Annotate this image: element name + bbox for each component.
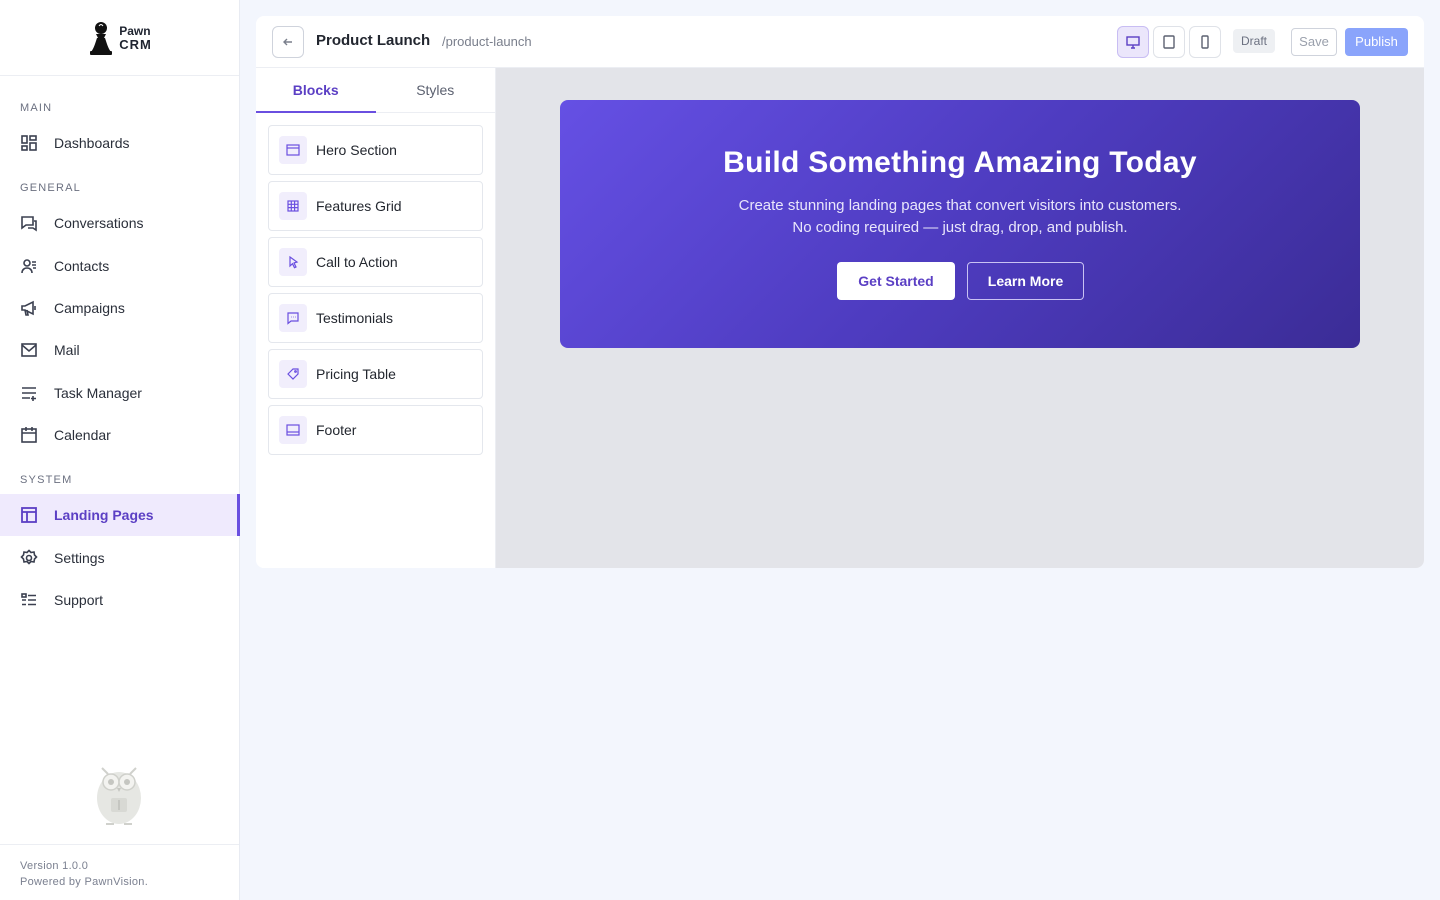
block-hero-section[interactable]: Hero Section — [268, 125, 483, 175]
hero-title: Build Something Amazing Today — [723, 146, 1197, 179]
mail-icon — [21, 343, 37, 357]
hero-subtitle: Create stunning landing pages that conve… — [560, 195, 1360, 239]
back-button[interactable] — [272, 26, 304, 58]
editor-toolbar: Product Launch /product-launch Draft Sav… — [256, 16, 1424, 68]
block-label: Features Grid — [316, 198, 402, 214]
section-label-general: GENERAL — [20, 182, 81, 194]
get-started-button[interactable]: Get Started — [837, 262, 955, 300]
sidebar-item-conversations[interactable]: Conversations — [0, 202, 240, 244]
sidebar-item-settings[interactable]: Settings — [0, 537, 240, 579]
section-label-main: MAIN — [20, 102, 53, 114]
sidebar: Pawn CRM MAIN Dashboards GENERAL Convers… — [0, 0, 240, 900]
sidebar-item-contacts[interactable]: Contacts — [0, 245, 240, 287]
mobile-icon — [1201, 35, 1209, 49]
contacts-icon — [21, 259, 36, 274]
block-label: Hero Section — [316, 142, 397, 158]
sidebar-item-dashboards[interactable]: Dashboards — [0, 122, 240, 164]
tab-styles[interactable]: Styles — [376, 68, 496, 112]
dashboard-icon — [21, 135, 37, 151]
brand-suffix: CRM — [119, 36, 152, 52]
sidebar-item-label: Conversations — [54, 215, 144, 231]
pointer-icon — [289, 255, 299, 269]
block-testimonials[interactable]: Testimonials — [268, 293, 483, 343]
status-badge: Draft — [1233, 29, 1276, 53]
block-pricing-table[interactable]: Pricing Table — [268, 349, 483, 399]
version-text: Version 1.0.0 — [20, 860, 89, 872]
megaphone-icon — [21, 300, 36, 316]
publish-button[interactable]: Publish — [1345, 28, 1408, 56]
sidebar-item-support[interactable]: Support — [0, 579, 240, 621]
arrow-left-icon — [283, 38, 292, 46]
calendar-icon — [21, 427, 37, 443]
section-label-system: SYSTEM — [20, 474, 73, 486]
chat-icon — [21, 216, 37, 232]
hero-section-preview[interactable]: Build Something Amazing Today Create stu… — [560, 100, 1360, 348]
sidebar-item-task-manager[interactable]: Task Manager — [0, 372, 240, 414]
sidebar-item-label: Dashboards — [54, 135, 130, 151]
block-label: Call to Action — [316, 254, 398, 270]
sidebar-item-label: Contacts — [54, 258, 110, 274]
sidebar-item-campaigns[interactable]: Campaigns — [0, 287, 240, 329]
mobile-view-button[interactable] — [1189, 26, 1221, 58]
layout-icon — [21, 507, 37, 523]
block-label: Pricing Table — [316, 366, 396, 382]
page-slug: /product-launch — [442, 34, 532, 49]
footer-icon — [286, 424, 300, 436]
tablet-icon — [1163, 35, 1175, 49]
page-title: Product Launch — [316, 32, 431, 49]
block-features-grid[interactable]: Features Grid — [268, 181, 483, 231]
learn-more-button[interactable]: Learn More — [967, 262, 1084, 300]
gear-icon — [20, 549, 38, 565]
brand-logo[interactable]: Pawn CRM — [0, 0, 239, 76]
sidebar-item-mail[interactable]: Mail — [0, 329, 240, 371]
sidebar-item-label: Landing Pages — [54, 507, 154, 523]
brand-name: Pawn — [119, 23, 151, 38]
tab-blocks[interactable]: Blocks — [256, 68, 376, 113]
quote-icon — [287, 312, 299, 325]
sidebar-item-calendar[interactable]: Calendar — [0, 414, 240, 456]
tasks-icon — [22, 387, 36, 401]
support-icon — [21, 593, 36, 606]
tablet-view-button[interactable] — [1153, 26, 1185, 58]
sidebar-footer: Version 1.0.0 Powered by PawnVision. — [0, 844, 239, 900]
desktop-icon — [1126, 36, 1140, 49]
hero-subtitle-line: No coding required — just drag, drop, an… — [792, 219, 1128, 236]
grid-icon — [287, 200, 299, 212]
save-button[interactable]: Save — [1291, 28, 1337, 56]
block-call-to-action[interactable]: Call to Action — [268, 237, 483, 287]
tag-icon — [287, 368, 299, 380]
blocks-panel: Blocks Styles Hero Section Features Grid… — [256, 68, 496, 568]
desktop-view-button[interactable] — [1117, 26, 1149, 58]
pawn-icon — [90, 21, 113, 55]
sidebar-item-label: Task Manager — [54, 385, 142, 401]
hero-icon — [286, 144, 300, 156]
preview-canvas[interactable]: Build Something Amazing Today Create stu… — [496, 68, 1424, 568]
sidebar-item-label: Support — [54, 592, 104, 608]
block-label: Testimonials — [316, 310, 394, 326]
owl-mascot-icon — [97, 767, 141, 825]
sidebar-item-label: Campaigns — [54, 300, 125, 316]
powered-by-text: Powered by PawnVision. — [20, 876, 149, 888]
hero-subtitle-line: Create stunning landing pages that conve… — [738, 197, 1182, 214]
block-label: Footer — [316, 422, 357, 438]
page-editor: Product Launch /product-launch Draft Sav… — [256, 16, 1424, 568]
panel-tabs: Blocks Styles — [256, 68, 495, 113]
sidebar-item-label: Calendar — [54, 427, 111, 443]
block-footer[interactable]: Footer — [268, 405, 483, 455]
sidebar-item-landing-pages[interactable]: Landing Pages — [0, 494, 240, 536]
sidebar-item-label: Mail — [54, 342, 80, 358]
sidebar-item-label: Settings — [54, 550, 105, 566]
